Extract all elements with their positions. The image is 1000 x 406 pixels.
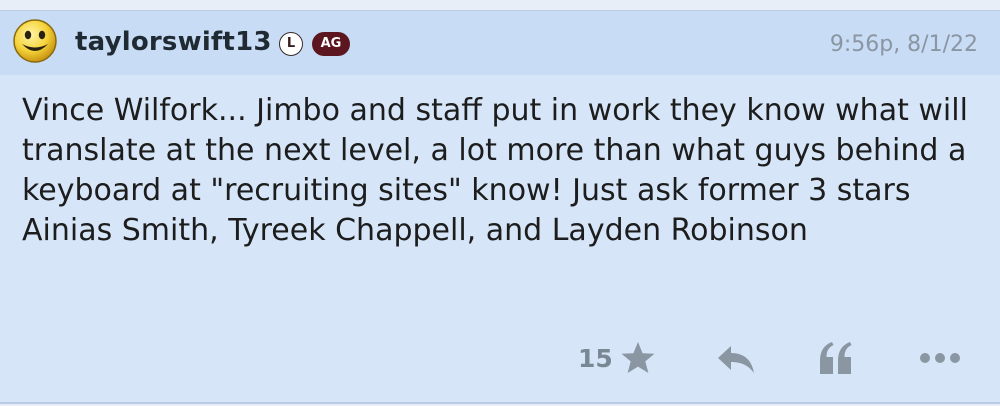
post-actions: 15 bbox=[0, 341, 1000, 381]
star-icon[interactable] bbox=[620, 341, 656, 375]
reply-icon[interactable] bbox=[716, 343, 756, 375]
forum-post: taylorswift13 L AG 9:56p, 8/1/22 Vince W… bbox=[0, 10, 1000, 404]
post-body: Vince Wilfork... Jimbo and staff put in … bbox=[22, 93, 968, 248]
smiley-face-icon[interactable] bbox=[12, 18, 58, 64]
quote-icon[interactable] bbox=[818, 341, 854, 375]
post-header: taylorswift13 L AG 9:56p, 8/1/22 bbox=[0, 11, 1000, 75]
username[interactable]: taylorswift13 bbox=[75, 26, 272, 58]
badge-l: L bbox=[279, 32, 303, 56]
post-timestamp[interactable]: 9:56p, 8/1/22 bbox=[830, 31, 978, 59]
badge-ag: AG bbox=[312, 32, 350, 56]
more-icon[interactable] bbox=[918, 351, 962, 365]
like-count[interactable]: 15 bbox=[578, 343, 613, 375]
